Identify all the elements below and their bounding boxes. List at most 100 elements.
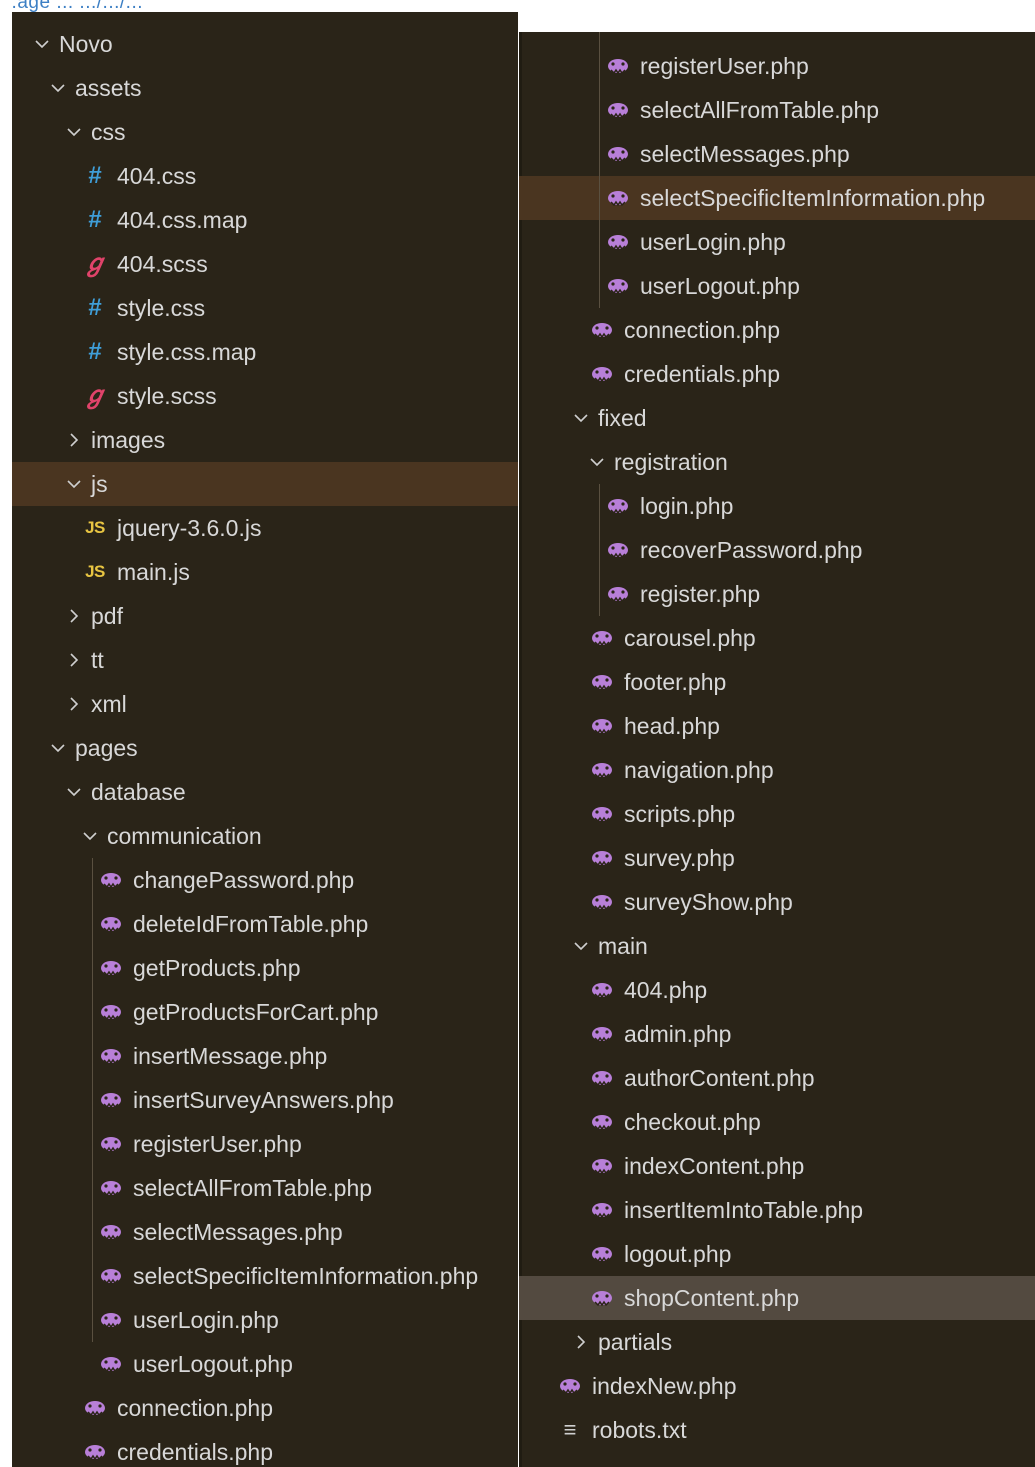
- tree-file-indexnew-php[interactable]: indexNew.php: [519, 1364, 1035, 1408]
- tree-file-changepassword-php[interactable]: changePassword.php: [12, 858, 518, 902]
- tree-file-insertmessage-php[interactable]: insertMessage.php: [12, 1034, 518, 1078]
- tree-file-selectallfromtable-php[interactable]: selectAllFromTable.php: [12, 1166, 518, 1210]
- tree-item-label: userLogin.php: [133, 1307, 279, 1333]
- tree-file-style-css-map[interactable]: # style.css.map: [12, 330, 518, 374]
- php-elephant-icon: [100, 1254, 122, 1298]
- tree-item-label: authorContent.php: [624, 1065, 815, 1091]
- explorer-tree-left[interactable]: Novo assets css #404.css #404.css.map ℊ 404.sc…: [12, 12, 518, 1467]
- tree-file-style-css[interactable]: # style.css: [12, 286, 518, 330]
- tree-file-insertsurveyanswers-php[interactable]: insertSurveyAnswers.php: [12, 1078, 518, 1122]
- tree-item-label: selectAllFromTable.php: [640, 97, 880, 123]
- tree-file-register-php[interactable]: register.php: [519, 572, 1035, 616]
- js-file-icon: JS: [85, 562, 105, 581]
- chevron-down-icon[interactable]: [573, 396, 589, 440]
- tree-file-connection-php[interactable]: connection.php: [519, 308, 1035, 352]
- tree-file-userlogin-php[interactable]: userLogin.php: [519, 220, 1035, 264]
- tree-file-navigation-php[interactable]: navigation.php: [519, 748, 1035, 792]
- chevron-down-icon[interactable]: [34, 22, 50, 66]
- sass-file-icon: ℊ: [83, 250, 107, 277]
- tree-file-admin-php[interactable]: admin.php: [519, 1012, 1035, 1056]
- chevron-down-icon[interactable]: [50, 726, 66, 770]
- tree-folder-novo[interactable]: Novo: [12, 22, 518, 66]
- php-elephant-icon: [607, 572, 629, 616]
- tree-file-jquery-3-6-0-js[interactable]: JS jquery-3.6.0.js: [12, 506, 518, 550]
- tree-file-selectmessages-php[interactable]: selectMessages.php: [519, 132, 1035, 176]
- tree-folder-main[interactable]: main: [519, 924, 1035, 968]
- tree-folder-images[interactable]: images: [12, 418, 518, 462]
- tree-folder-registration[interactable]: registration: [519, 440, 1035, 484]
- tree-folder-tt[interactable]: tt: [12, 638, 518, 682]
- tree-file-deleteidfromtable-php[interactable]: deleteIdFromTable.php: [12, 902, 518, 946]
- tree-file-logout-php[interactable]: logout.php: [519, 1232, 1035, 1276]
- tree-file-insertitemintotable-php[interactable]: insertItemIntoTable.php: [519, 1188, 1035, 1232]
- tree-folder-partials[interactable]: partials: [519, 1320, 1035, 1364]
- tree-file-head-php[interactable]: head.php: [519, 704, 1035, 748]
- tree-file-selectmessages-php[interactable]: selectMessages.php: [12, 1210, 518, 1254]
- tree-file-userlogout-php[interactable]: userLogout.php: [12, 1342, 518, 1386]
- tree-folder-css[interactable]: css: [12, 110, 518, 154]
- tree-file-userlogout-php[interactable]: userLogout.php: [519, 264, 1035, 308]
- tree-file-credentials-php[interactable]: credentials.php: [519, 352, 1035, 396]
- tree-file-authorcontent-php[interactable]: authorContent.php: [519, 1056, 1035, 1100]
- tree-file-recoverpassword-php[interactable]: recoverPassword.php: [519, 528, 1035, 572]
- tree-file-style-scss[interactable]: ℊ style.scss: [12, 374, 518, 418]
- tree-item-label: credentials.php: [117, 1439, 273, 1465]
- chevron-right-icon[interactable]: [66, 418, 82, 462]
- chevron-down-icon[interactable]: [589, 440, 605, 484]
- tree-file-robots-txt[interactable]: ≡ robots.txt: [519, 1408, 1035, 1452]
- tree-file-getproductsforcart-php[interactable]: getProductsForCart.php: [12, 990, 518, 1034]
- tree-folder-communication[interactable]: communication: [12, 814, 518, 858]
- tree-file-checkout-php[interactable]: checkout.php: [519, 1100, 1035, 1144]
- tree-file-shopcontent-php[interactable]: shopContent.php: [519, 1276, 1035, 1320]
- tree-file-selectspecificiteminformation-php[interactable]: selectSpecificItemInformation.php: [519, 176, 1035, 220]
- php-elephant-icon: [607, 44, 629, 88]
- chevron-right-icon[interactable]: [66, 594, 82, 638]
- tree-file-selectallfromtable-php[interactable]: selectAllFromTable.php: [519, 88, 1035, 132]
- tree-file-indexcontent-php[interactable]: indexContent.php: [519, 1144, 1035, 1188]
- css-file-icon: #: [88, 338, 102, 365]
- chevron-down-icon[interactable]: [573, 924, 589, 968]
- tree-file-credentials-php[interactable]: credentials.php: [12, 1430, 518, 1467]
- tree-file-surveyshow-php[interactable]: surveyShow.php: [519, 880, 1035, 924]
- tree-folder-xml[interactable]: xml: [12, 682, 518, 726]
- chevron-down-icon[interactable]: [82, 814, 98, 858]
- chevron-down-icon[interactable]: [66, 770, 82, 814]
- chevron-right-icon[interactable]: [573, 1320, 589, 1364]
- chevron-down-icon[interactable]: [66, 462, 82, 506]
- tree-item-label: head.php: [624, 713, 720, 739]
- sass-file-icon: ℊ: [83, 382, 107, 409]
- tree-file-404-css-map[interactable]: #404.css.map: [12, 198, 518, 242]
- tree-folder-pdf[interactable]: pdf: [12, 594, 518, 638]
- tree-file-selectspecificiteminformation-php[interactable]: selectSpecificItemInformation.php: [12, 1254, 518, 1298]
- tree-item-label: js: [91, 471, 108, 497]
- tree-item-label: robots.txt: [592, 1417, 687, 1443]
- tree-folder-database[interactable]: database: [12, 770, 518, 814]
- tree-file-scripts-php[interactable]: scripts.php: [519, 792, 1035, 836]
- tree-folder-pages[interactable]: pages: [12, 726, 518, 770]
- explorer-tree-right[interactable]: registerUser.php selectAllFromTable.php se…: [519, 32, 1035, 1467]
- chevron-right-icon[interactable]: [66, 682, 82, 726]
- tree-file-login-php[interactable]: login.php: [519, 484, 1035, 528]
- tree-file-404-php[interactable]: 404.php: [519, 968, 1035, 1012]
- tree-folder-js[interactable]: js: [12, 462, 518, 506]
- tree-file-carousel-php[interactable]: carousel.php: [519, 616, 1035, 660]
- tree-file-userlogin-php[interactable]: userLogin.php: [12, 1298, 518, 1342]
- tree-item-label: indexNew.php: [592, 1373, 737, 1399]
- tree-file-registeruser-php[interactable]: registerUser.php: [12, 1122, 518, 1166]
- tree-folder-assets[interactable]: assets: [12, 66, 518, 110]
- php-elephant-icon: [607, 132, 629, 176]
- tree-file-404-scss[interactable]: ℊ 404.scss: [12, 242, 518, 286]
- tree-file-connection-php[interactable]: connection.php: [12, 1386, 518, 1430]
- tree-file-404-css[interactable]: #404.css: [12, 154, 518, 198]
- tree-file-footer-php[interactable]: footer.php: [519, 660, 1035, 704]
- chevron-right-icon[interactable]: [66, 638, 82, 682]
- tree-file-registeruser-php[interactable]: registerUser.php: [519, 44, 1035, 88]
- tree-file-main-js[interactable]: JS main.js: [12, 550, 518, 594]
- tree-file-getproducts-php[interactable]: getProducts.php: [12, 946, 518, 990]
- tree-file-survey-php[interactable]: survey.php: [519, 836, 1035, 880]
- tree-folder-fixed[interactable]: fixed: [519, 396, 1035, 440]
- tree-item-label: changePassword.php: [133, 867, 355, 893]
- chevron-down-icon[interactable]: [50, 66, 66, 110]
- chevron-down-icon[interactable]: [66, 110, 82, 154]
- tree-item-label: pdf: [91, 603, 123, 629]
